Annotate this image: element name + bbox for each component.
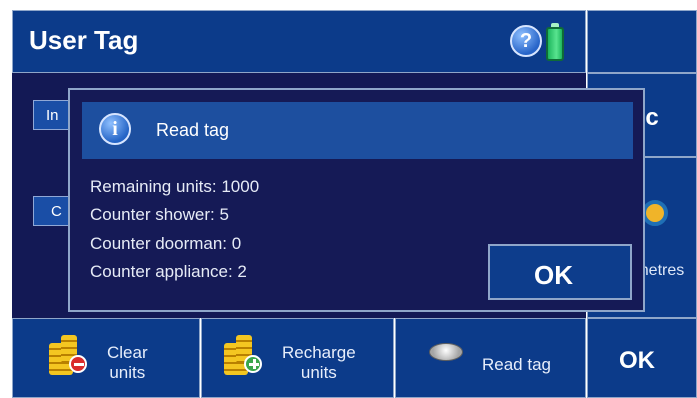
- recharge-units-label: Recharge units: [282, 343, 356, 382]
- bottom-ok-button[interactable]: OK: [587, 318, 697, 398]
- tag-icon: [429, 343, 463, 361]
- read-tag-button[interactable]: Read tag: [395, 318, 586, 398]
- clear-units-button[interactable]: Clear units: [12, 318, 200, 398]
- battery-icon: [546, 23, 564, 61]
- recharge-units-button[interactable]: Recharge units: [201, 318, 394, 398]
- background-button-middle[interactable]: C: [33, 196, 73, 226]
- counter-appliance-text: Counter appliance: 2: [90, 262, 247, 281]
- coins-plus-icon: [224, 335, 264, 377]
- dialog-ok-label: OK: [534, 260, 573, 290]
- remaining-units-text: Remaining units: 1000: [90, 177, 260, 196]
- dialog-ok-button[interactable]: OK: [488, 244, 632, 300]
- counter-doorman-text: Counter doorman: 0: [90, 234, 242, 253]
- info-icon: i: [99, 113, 131, 145]
- background-button-middle-label: C: [51, 203, 62, 220]
- read-tag-label: Read tag: [482, 355, 551, 374]
- counter-shower-text: Counter shower: 5: [90, 205, 229, 224]
- top-right-panel: [587, 10, 697, 73]
- dialog-header: i Read tag: [82, 102, 633, 159]
- read-tag-dialog: i Read tag Remaining units: 1000 Counter…: [68, 88, 645, 312]
- clear-units-label: Clear units: [107, 343, 148, 382]
- help-icon[interactable]: ?: [510, 25, 542, 57]
- background-button-top-label: In: [46, 107, 59, 124]
- dialog-title: Read tag: [156, 120, 230, 140]
- bottom-ok-label: OK: [619, 347, 655, 374]
- coins-minus-icon: [49, 335, 89, 377]
- background-button-top[interactable]: In: [33, 100, 73, 130]
- page-title: User Tag: [29, 25, 139, 55]
- gear-icon: [642, 200, 668, 226]
- title-bar: User Tag ?: [12, 10, 586, 73]
